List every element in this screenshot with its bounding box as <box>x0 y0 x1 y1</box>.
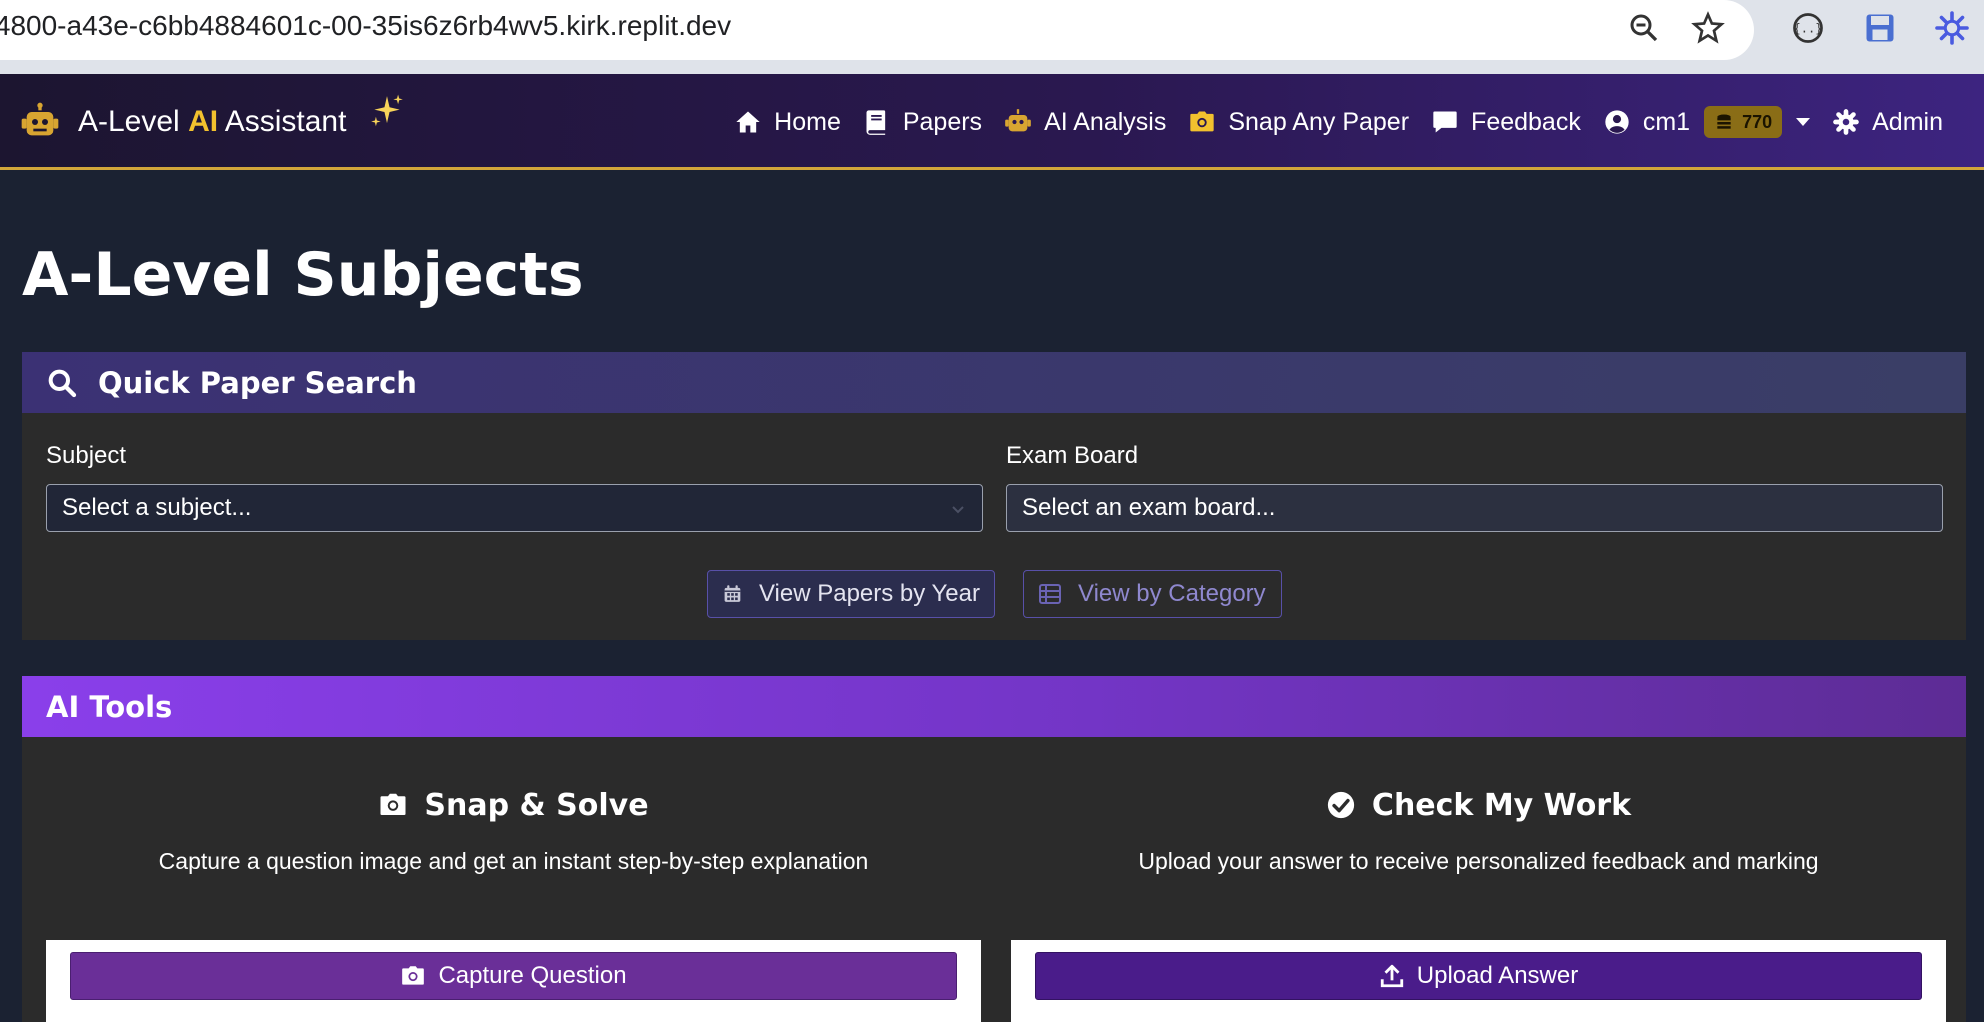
check-my-work-description: Upload your answer to receive personaliz… <box>1138 848 1819 874</box>
snap-and-solve-heading: Snap & Solve <box>46 773 981 837</box>
quick-search-title: Quick Paper Search <box>98 365 417 400</box>
view-papers-by-year-label: View Papers by Year <box>758 580 980 607</box>
nav-admin[interactable]: Admin <box>1821 74 1954 170</box>
robot-icon <box>1005 109 1031 132</box>
upload-icon <box>1380 964 1403 988</box>
nav-feedback[interactable]: Feedback <box>1420 74 1592 170</box>
nav-ai-analysis[interactable]: AI Analysis <box>993 74 1177 170</box>
view-papers-by-year-button[interactable]: View Papers by Year <box>707 570 995 618</box>
nav-papers[interactable]: Papers <box>852 74 993 170</box>
search-icon <box>48 369 77 397</box>
quick-search-card: Quick Paper Search Subject Select a subj… <box>22 352 1966 640</box>
bookmark-star-icon[interactable] <box>1690 10 1726 46</box>
main-navbar: A-Level AI Assistant Home Papers AI Anal… <box>0 74 1984 170</box>
gear-icon <box>1833 109 1859 135</box>
nav-links: Home Papers AI Analysis Snap Any Paper F… <box>723 74 1954 170</box>
subject-select[interactable]: Select a subject... <box>46 484 983 532</box>
calendar-icon <box>724 585 741 602</box>
quick-search-header: Quick Paper Search <box>22 352 1966 413</box>
snap-and-solve-description: Capture a question image and get an inst… <box>158 848 869 874</box>
subject-label: Subject <box>46 442 127 469</box>
address-bar[interactable]: a-4800-a43e-c6bb4884601c-00-35is6z6rb4wv… <box>0 0 1754 60</box>
sparkles-icon <box>371 94 404 127</box>
comment-icon <box>1433 111 1457 133</box>
snap-and-solve-panel: Snap & Solve Capture a question image an… <box>46 773 981 1022</box>
camera-icon <box>1190 111 1215 132</box>
home-icon <box>736 111 760 133</box>
snap-and-solve-footer: Capture Question <box>46 940 981 1022</box>
settings-icon[interactable] <box>1934 10 1970 46</box>
ai-tools-title: AI Tools <box>46 689 173 724</box>
list-table-icon <box>1039 584 1061 604</box>
check-my-work-title: Check My Work <box>1371 787 1632 823</box>
upload-answer-label: Upload Answer <box>1416 962 1579 989</box>
check-circle-icon <box>1327 791 1355 819</box>
nav-user-menu[interactable]: cm1 770 <box>1592 74 1821 170</box>
book-icon <box>866 110 886 135</box>
nav-admin-label: Admin <box>1872 107 1943 136</box>
nav-user-label: cm1 <box>1642 107 1691 136</box>
nav-home[interactable]: Home <box>723 74 852 170</box>
check-my-work-footer: Upload Answer <box>1011 940 1946 1022</box>
robot-icon <box>21 102 59 136</box>
page-title: A-Level Subjects <box>22 240 584 310</box>
zoom-icon[interactable] <box>1626 10 1662 46</box>
ai-tools-card: AI Tools Snap & Solve Capture a question… <box>22 676 1966 1022</box>
exam-board-select[interactable]: Select an exam board... <box>1006 484 1943 532</box>
nav-feedback-label: Feedback <box>1471 107 1581 136</box>
camera-icon <box>380 793 406 815</box>
coins-icon <box>1717 114 1731 129</box>
nav-snap-any-paper-label: Snap Any Paper <box>1228 107 1410 136</box>
nav-ai-analysis-label: AI Analysis <box>1044 107 1167 136</box>
check-my-work-heading: Check My Work <box>1011 773 1946 837</box>
coin-balance-badge: 770 <box>1704 106 1783 138</box>
view-by-category-label: View by Category <box>1078 580 1266 607</box>
nav-papers-label: Papers <box>902 107 983 136</box>
coin-count: 770 <box>1742 111 1773 132</box>
browser-toolbar: a-4800-a43e-c6bb4884601c-00-35is6z6rb4wv… <box>0 0 1984 74</box>
user-circle-icon <box>1605 110 1629 134</box>
view-by-category-button[interactable]: View by Category <box>1023 570 1282 618</box>
camera-icon <box>402 966 425 985</box>
svg-text:{..}: {..} <box>1794 22 1823 36</box>
extension-icon[interactable]: {..} <box>1790 10 1826 46</box>
subject-select-value: Select a subject... <box>62 494 252 521</box>
nav-snap-any-paper[interactable]: Snap Any Paper <box>1177 74 1420 170</box>
exam-board-select-value: Select an exam board... <box>1022 494 1276 521</box>
chevron-down-icon <box>952 506 964 514</box>
save-icon[interactable] <box>1862 10 1898 46</box>
brand-link[interactable]: A-Level AI Assistant <box>20 74 406 170</box>
nav-home-label: Home <box>774 107 841 136</box>
snap-and-solve-title: Snap & Solve <box>424 787 649 823</box>
capture-question-button[interactable]: Capture Question <box>70 952 957 1000</box>
check-my-work-panel: Check My Work Upload your answer to rece… <box>1011 773 1946 1022</box>
exam-board-label: Exam Board <box>1006 442 1139 469</box>
upload-answer-button[interactable]: Upload Answer <box>1035 952 1922 1000</box>
dropdown-caret-icon[interactable] <box>1796 118 1811 126</box>
url-text[interactable]: a-4800-a43e-c6bb4884601c-00-35is6z6rb4wv… <box>0 10 731 42</box>
ai-tools-header: AI Tools <box>22 676 1966 737</box>
capture-question-label: Capture Question <box>438 962 627 989</box>
brand-title: A-Level AI Assistant <box>78 105 347 138</box>
